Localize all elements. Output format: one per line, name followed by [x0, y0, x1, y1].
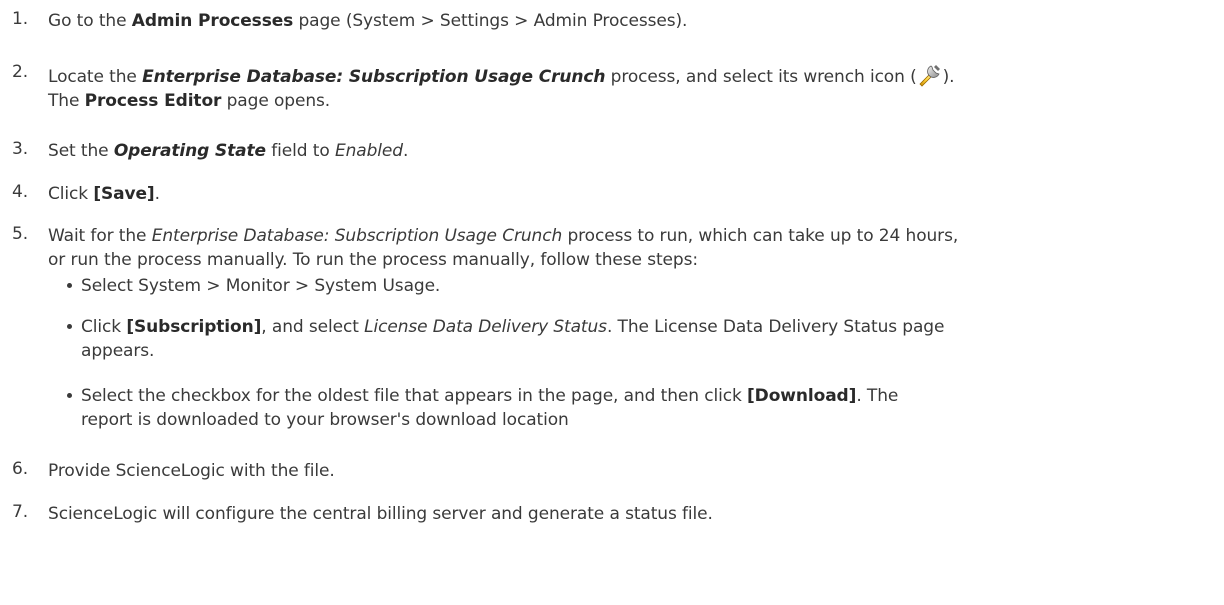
- process-name: Enterprise Database: Subscription Usage …: [142, 67, 606, 87]
- step-text: ScienceLogic will configure the central …: [48, 504, 713, 524]
- bullet-icon: [67, 324, 72, 329]
- step-text: Go to the Admin Processes page (System >…: [48, 11, 688, 31]
- menu-option: License Data Delivery Status: [364, 317, 607, 337]
- step-number: 7.: [12, 502, 29, 522]
- subscription-button-reference: [Subscription]: [126, 317, 262, 337]
- step-number: 1.: [12, 9, 29, 29]
- field-name: Operating State: [113, 141, 266, 161]
- step-text: Set the Operating State field to Enabled…: [48, 141, 409, 161]
- step-text: Wait for the Enterprise Database: Subscr…: [48, 226, 959, 270]
- admin-processes-label: Admin Processes: [131, 11, 294, 31]
- process-name: Enterprise Database: Subscription Usage …: [151, 226, 563, 246]
- download-button-reference: [Download]: [747, 386, 857, 406]
- save-button-reference: [Save]: [93, 184, 155, 204]
- bullet-icon: [67, 393, 72, 398]
- step-text: Click [Save].: [48, 184, 160, 204]
- substep-2: Click [Subscription], and select License…: [67, 315, 1211, 363]
- step-text: Locate the Enterprise Database: Subscrip…: [48, 62, 1218, 113]
- step-number: 3.: [12, 139, 29, 159]
- step-number: 4.: [12, 182, 29, 202]
- step-number: 5.: [12, 224, 29, 244]
- substep-1: Select System > Monitor > System Usage.: [67, 274, 1211, 298]
- process-editor-label: Process Editor: [84, 91, 222, 111]
- wrench-icon: [917, 62, 943, 88]
- field-value: Enabled: [334, 141, 403, 161]
- step-number: 2.: [12, 62, 29, 82]
- bullet-icon: [67, 283, 72, 288]
- step-text: Provide ScienceLogic with the file.: [48, 461, 335, 481]
- substep-3: Select the checkbox for the oldest file …: [67, 384, 1211, 432]
- step-number: 6.: [12, 459, 29, 479]
